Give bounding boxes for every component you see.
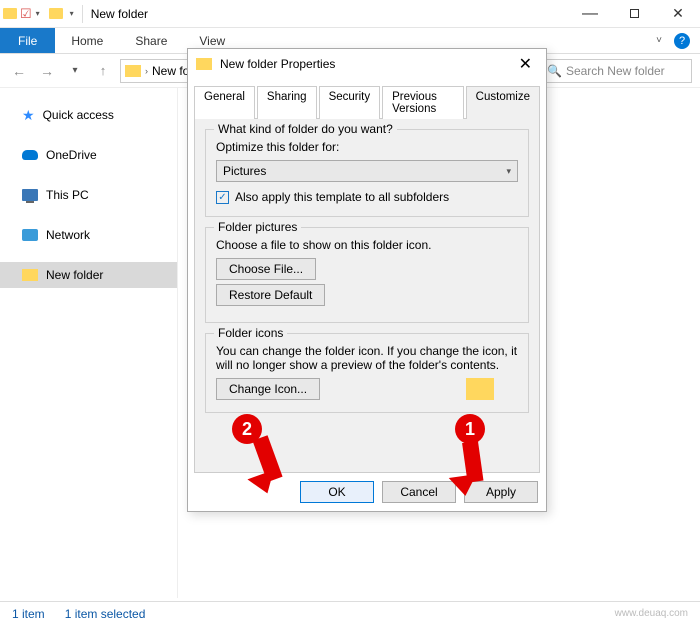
chevron-down-icon: ▾ (506, 166, 511, 177)
tab-general[interactable]: General (194, 86, 255, 119)
group-folder-icons: Folder icons You can change the folder i… (205, 333, 529, 413)
group-folder-pictures: Folder pictures Choose a file to show on… (205, 227, 529, 323)
apply-subfolders-checkbox[interactable]: ✓ Also apply this template to all subfol… (216, 190, 518, 204)
history-dropdown[interactable]: ▾ (64, 60, 86, 82)
apply-button[interactable]: Apply (464, 481, 538, 503)
watermark: www.deuaq.com (165, 608, 688, 619)
sidebar-label: OneDrive (46, 148, 97, 162)
computer-icon (22, 189, 38, 201)
folder-icon (125, 65, 141, 77)
help-button[interactable]: ? (674, 33, 690, 49)
sidebar-label: Quick access (43, 108, 114, 122)
minimize-button[interactable]: — (568, 0, 612, 28)
star-icon: ★ (22, 107, 35, 124)
share-tab[interactable]: Share (119, 28, 183, 53)
maximize-button[interactable] (612, 0, 656, 28)
status-bar: 1 item 1 item selected www.deuaq.com (0, 601, 700, 625)
group-legend: Folder icons (214, 326, 287, 340)
folder-icon (22, 269, 38, 281)
item-count: 1 item (12, 607, 45, 621)
folder-icon (3, 8, 17, 19)
chevron-down-icon: ▾ (36, 9, 40, 18)
checkbox-icon: ✓ (216, 191, 229, 204)
choose-file-button[interactable]: Choose File... (216, 258, 316, 280)
group-legend: What kind of folder do you want? (214, 122, 397, 136)
tab-security[interactable]: Security (319, 86, 381, 119)
window-title: New folder (87, 7, 568, 21)
chevron-down-icon[interactable]: ▾ (66, 9, 78, 18)
dialog-title: New folder Properties (220, 57, 513, 71)
select-value: Pictures (223, 164, 266, 178)
folder-icons-text: You can change the folder icon. If you c… (216, 344, 518, 372)
up-button[interactable]: ↑ (92, 60, 114, 82)
back-button[interactable]: ← (8, 60, 30, 82)
group-folder-kind: What kind of folder do you want? Optimiz… (205, 129, 529, 217)
sidebar-item-new-folder[interactable]: New folder (0, 262, 177, 288)
tab-sharing[interactable]: Sharing (257, 86, 317, 119)
home-tab[interactable]: Home (55, 28, 119, 53)
sidebar-item-this-pc[interactable]: This PC (0, 182, 177, 208)
checkmark-icon: ☑ (20, 6, 32, 22)
sidebar-label: Network (46, 228, 90, 242)
folder-icon (196, 58, 212, 70)
checkbox-label: Also apply this template to all subfolde… (235, 190, 449, 204)
sidebar-label: New folder (46, 268, 103, 282)
sidebar-item-onedrive[interactable]: OneDrive (0, 142, 177, 168)
folder-icon-preview (466, 378, 494, 400)
restore-default-button[interactable]: Restore Default (216, 284, 325, 306)
navigation-pane: ★ Quick access OneDrive This PC Network … (0, 88, 178, 598)
sidebar-label: This PC (46, 188, 89, 202)
dialog-body: What kind of folder do you want? Optimiz… (194, 118, 540, 473)
ok-button[interactable]: OK (300, 481, 374, 503)
file-tab[interactable]: File (0, 28, 55, 53)
optimize-select[interactable]: Pictures ▾ (216, 160, 518, 182)
folder-pictures-text: Choose a file to show on this folder ico… (216, 238, 518, 252)
cancel-button[interactable]: Cancel (382, 481, 456, 503)
search-placeholder: Search New folder (566, 64, 665, 78)
properties-dialog: New folder Properties ✕ General Sharing … (187, 48, 547, 512)
search-input[interactable]: 🔍 Search New folder (542, 59, 692, 83)
window-titlebar: ☑ ▾ ▾ New folder — ✕ (0, 0, 700, 28)
separator (82, 5, 83, 23)
sidebar-item-network[interactable]: Network (0, 222, 177, 248)
cloud-icon (22, 150, 38, 160)
optimize-label: Optimize this folder for: (216, 140, 518, 154)
folder-icon (49, 8, 63, 19)
change-icon-button[interactable]: Change Icon... (216, 378, 320, 400)
network-icon (22, 229, 38, 241)
tab-customize[interactable]: Customize (466, 86, 540, 119)
close-button[interactable]: ✕ (513, 54, 538, 74)
tab-previous-versions[interactable]: Previous Versions (382, 86, 464, 119)
sidebar-item-quick-access[interactable]: ★ Quick access (0, 102, 177, 128)
ribbon-collapse-button[interactable]: ˅ (644, 28, 674, 53)
dialog-titlebar[interactable]: New folder Properties ✕ (188, 49, 546, 79)
search-icon: 🔍 (547, 64, 562, 78)
breadcrumb[interactable]: New fo (152, 64, 189, 78)
forward-button[interactable]: → (36, 60, 58, 82)
selection-count: 1 item selected (65, 607, 146, 621)
group-legend: Folder pictures (214, 220, 301, 234)
quick-access-toolbar[interactable]: ☑ ▾ (20, 6, 40, 22)
close-button[interactable]: ✕ (656, 0, 700, 28)
dialog-tabs: General Sharing Security Previous Versio… (188, 79, 546, 118)
dialog-buttons: OK Cancel Apply (188, 473, 546, 511)
